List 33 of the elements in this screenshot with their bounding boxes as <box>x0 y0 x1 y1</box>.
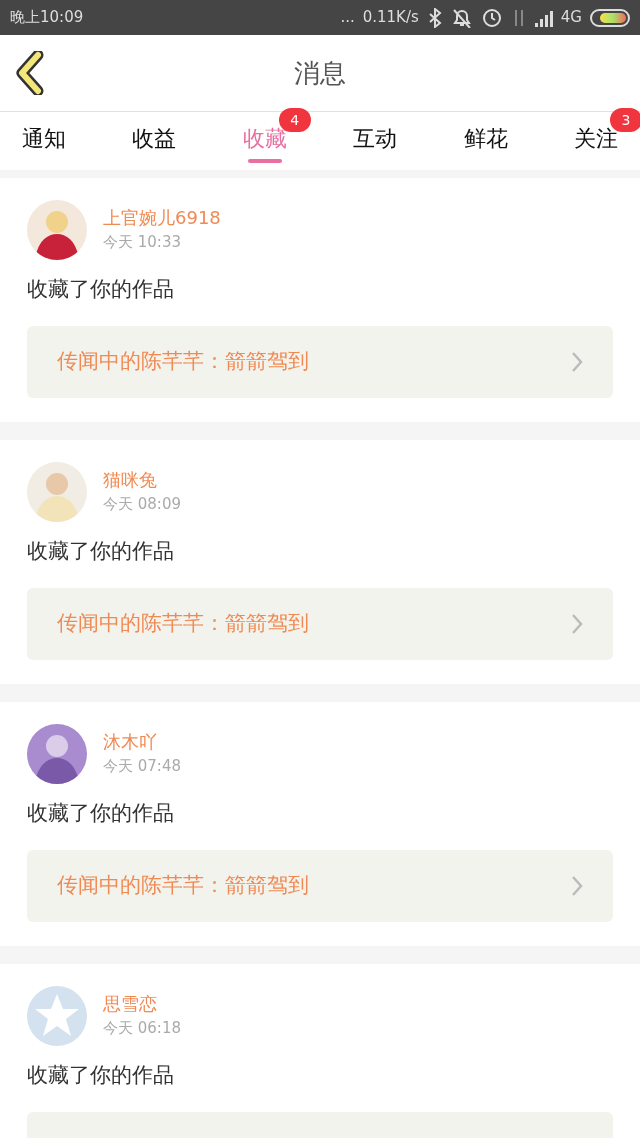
chevron-right-icon <box>571 612 583 635</box>
network-speed: 0.11K/s <box>362 7 419 29</box>
tab[interactable]: 鲜花 <box>457 115 514 167</box>
user-name[interactable]: 沐木吖 <box>103 728 181 755</box>
default-avatar-icon <box>27 986 87 1046</box>
tab[interactable]: 收益 <box>126 115 183 167</box>
clock-text: 晚上10:09 <box>10 7 84 29</box>
work-link[interactable]: 传闻中的陈芊芊：箭箭驾到 <box>27 587 613 660</box>
message-text: 收藏了你的作品 <box>27 538 175 565</box>
user-name[interactable]: 猫咪兔 <box>103 466 181 493</box>
chevron-right-icon <box>571 874 583 897</box>
message-time: 今天 08:09 <box>103 494 181 515</box>
message-text: 收藏了你的作品 <box>27 1062 175 1089</box>
alarm-icon <box>480 6 503 29</box>
message-text: 收藏了你的作品 <box>27 276 175 303</box>
signal-icon <box>534 8 553 27</box>
tab[interactable]: 互动 <box>347 115 404 167</box>
network-type: 4G <box>560 7 582 29</box>
message-time: 今天 06:18 <box>103 1018 181 1039</box>
user-name[interactable]: 上官婉儿6918 <box>103 204 221 231</box>
user-name[interactable]: 思雪恋 <box>103 990 181 1017</box>
message-time: 今天 10:33 <box>103 232 182 253</box>
work-link[interactable]: 传闻中的陈芊芊：箭箭驾到 <box>27 849 613 922</box>
message-text: 收藏了你的作品 <box>27 800 175 827</box>
tab[interactable]: 通知 <box>16 115 72 167</box>
muted-bell-icon <box>450 7 473 28</box>
page-title: 消息 <box>294 56 346 90</box>
battery-icon <box>590 8 630 27</box>
work-link[interactable]: 传闻中的陈芊芊：箭箭驾到 <box>27 325 613 398</box>
message-time: 今天 07:48 <box>103 756 181 777</box>
tab-indicator <box>247 158 282 163</box>
status-dots: ... <box>340 7 355 29</box>
chevron-right-icon <box>571 350 583 373</box>
